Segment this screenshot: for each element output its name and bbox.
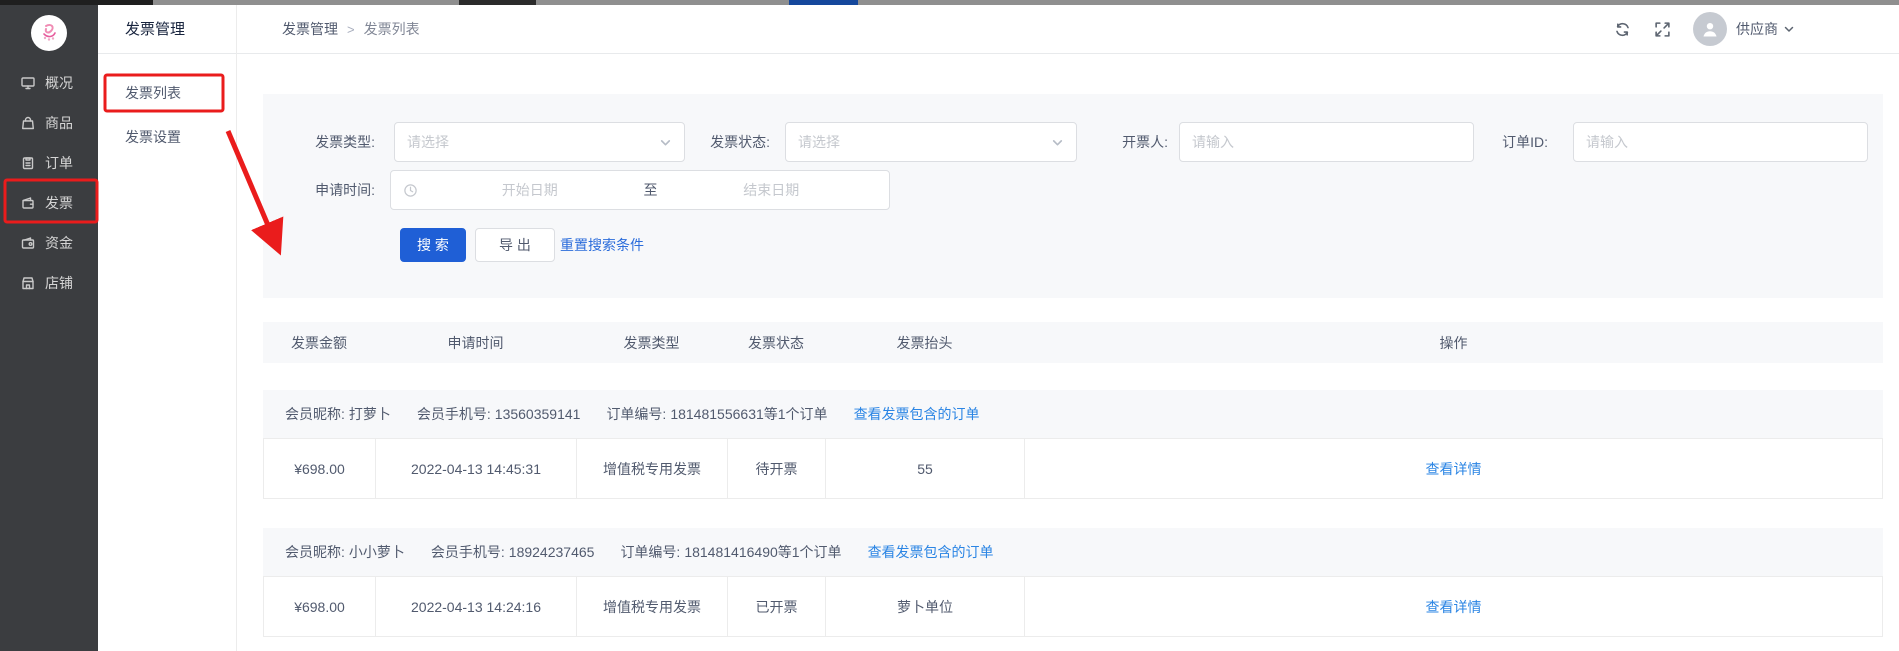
view-detail-link[interactable]: 查看详情 [1426, 459, 1482, 479]
table-header: 发票金额 申请时间 发票类型 发票状态 发票抬头 操作 [263, 322, 1883, 363]
clock-icon [403, 183, 418, 198]
cell-amount: ¥698.00 [264, 577, 375, 636]
column-header-title: 发票抬头 [825, 333, 1024, 353]
member-nickname: 会员昵称:小小萝卜 [285, 542, 405, 562]
column-header-type: 发票类型 [576, 333, 727, 353]
header-actions: 供应商 [1613, 12, 1795, 46]
apply-time-range-picker[interactable]: 开始日期 至 结束日期 [390, 170, 890, 210]
group-header-row: 会员昵称:打萝卜 会员手机号:13560359141 订单编号:18148155… [263, 390, 1883, 438]
submenu-list: 发票列表 发票设置 [98, 54, 236, 159]
account-name: 供应商 [1736, 19, 1778, 39]
member-phone: 会员手机号:13560359141 [417, 404, 581, 424]
chevron-down-icon [1783, 23, 1795, 35]
breadcrumb-root[interactable]: 发票管理 [282, 19, 338, 39]
cell-status: 待开票 [727, 439, 825, 498]
cell-amount: ¥698.00 [264, 439, 375, 498]
cell-apply-time: 2022-04-13 14:24:16 [375, 577, 576, 636]
invoice-status-label: 发票状态: [670, 122, 770, 162]
secondary-sidebar: 发票管理 发票列表 发票设置 [98, 5, 237, 651]
cell-title: 55 [825, 439, 1024, 498]
sidebar-item-label: 发票 [45, 193, 73, 213]
member-nickname: 会员昵称:打萝卜 [285, 404, 391, 424]
funds-wallet-icon [20, 235, 36, 251]
breadcrumb-current: 发票列表 [364, 19, 420, 39]
shop-store-icon [20, 275, 36, 291]
avatar-person-icon [1700, 19, 1720, 39]
brand-logo-icon [36, 20, 62, 46]
sidebar-item-orders[interactable]: 订单 [0, 143, 98, 183]
apply-time-label: 申请时间: [275, 170, 375, 210]
submenu-item-invoice-settings[interactable]: 发票设置 [98, 115, 236, 159]
orders-clipboard-icon [20, 155, 36, 171]
column-header-status: 发票状态 [727, 333, 825, 353]
sidebar-item-funds[interactable]: 资金 [0, 223, 98, 263]
user-avatar[interactable] [1693, 12, 1727, 46]
sidebar-item-shop[interactable]: 店铺 [0, 263, 98, 303]
table-row: ¥698.00 2022-04-13 14:24:16 增值税专用发票 已开票 … [263, 576, 1883, 637]
search-button[interactable]: 搜 索 [400, 228, 466, 262]
invoice-wallet-icon [20, 195, 36, 211]
invoice-type-select[interactable]: 请选择 [394, 122, 685, 162]
goods-bag-icon [20, 115, 36, 131]
order-id-label: 订单ID: [1448, 122, 1548, 162]
sidebar-item-overview[interactable]: 概况 [0, 63, 98, 103]
cell-apply-time: 2022-04-13 14:45:31 [375, 439, 576, 498]
order-id-input[interactable] [1573, 122, 1868, 162]
cell-title: 萝卜单位 [825, 577, 1024, 636]
sidebar-item-label: 商品 [45, 113, 73, 133]
page-header: 发票管理 > 发票列表 [237, 5, 1899, 54]
export-button[interactable]: 导 出 [475, 228, 555, 262]
end-date-placeholder: 结束日期 [666, 180, 878, 200]
drawer-input[interactable] [1179, 122, 1474, 162]
submenu-item-invoice-list[interactable]: 发票列表 [98, 71, 236, 115]
refresh-icon[interactable] [1613, 20, 1631, 38]
sidebar-item-label: 订单 [45, 153, 73, 173]
submenu-title: 发票管理 [98, 5, 236, 54]
breadcrumb: 发票管理 > 发票列表 [282, 19, 420, 39]
account-dropdown[interactable]: 供应商 [1736, 19, 1795, 39]
main-content: 发票类型: 请选择 发票状态: 请选择 开票人: 订单ID: 申请时间: 开始日… [237, 54, 1899, 651]
start-date-placeholder: 开始日期 [424, 180, 636, 200]
group-header-row: 会员昵称:小小萝卜 会员手机号:18924237465 订单编号:1814814… [263, 528, 1883, 576]
sidebar-item-label: 概况 [45, 73, 73, 93]
breadcrumb-separator: > [347, 22, 355, 37]
reset-search-link[interactable]: 重置搜索条件 [560, 228, 644, 262]
filter-panel: 发票类型: 请选择 发票状态: 请选择 开票人: 订单ID: 申请时间: 开始日… [263, 94, 1883, 298]
invoice-type-placeholder: 请选择 [407, 132, 659, 152]
drawer-label: 开票人: [1068, 122, 1168, 162]
member-phone: 会员手机号:18924237465 [431, 542, 595, 562]
main-sidebar: 概况 商品 订单 发票 [0, 5, 98, 651]
page: 概况 商品 订单 发票 [0, 0, 1899, 651]
view-included-orders-link[interactable]: 查看发票包含的订单 [868, 542, 994, 562]
cell-type: 增值税专用发票 [576, 577, 727, 636]
brand-logo[interactable] [31, 15, 67, 51]
invoice-type-label: 发票类型: [275, 122, 375, 162]
column-header-amount: 发票金额 [263, 333, 375, 353]
sidebar-menu: 概况 商品 订单 发票 [0, 63, 98, 303]
date-separator: 至 [636, 180, 666, 200]
logo-wrap [0, 5, 98, 55]
order-number: 订单编号:181481556631等1个订单 [606, 404, 827, 424]
view-included-orders-link[interactable]: 查看发票包含的订单 [854, 404, 980, 424]
fullscreen-icon[interactable] [1653, 20, 1671, 38]
sidebar-item-label: 资金 [45, 233, 73, 253]
sidebar-item-invoice[interactable]: 发票 [0, 183, 98, 223]
cell-type: 增值税专用发票 [576, 439, 727, 498]
column-header-apply-time: 申请时间 [375, 333, 576, 353]
invoice-status-select[interactable]: 请选择 [785, 122, 1077, 162]
table-row: ¥698.00 2022-04-13 14:45:31 增值税专用发票 待开票 … [263, 438, 1883, 499]
chevron-down-icon [1051, 136, 1064, 149]
overview-monitor-icon [20, 75, 36, 91]
view-detail-link[interactable]: 查看详情 [1426, 597, 1482, 617]
order-number: 订单编号:181481416490等1个订单 [620, 542, 841, 562]
column-header-action: 操作 [1024, 333, 1883, 353]
sidebar-item-goods[interactable]: 商品 [0, 103, 98, 143]
cell-status: 已开票 [727, 577, 825, 636]
invoice-status-placeholder: 请选择 [798, 132, 1051, 152]
sidebar-item-label: 店铺 [45, 273, 73, 293]
